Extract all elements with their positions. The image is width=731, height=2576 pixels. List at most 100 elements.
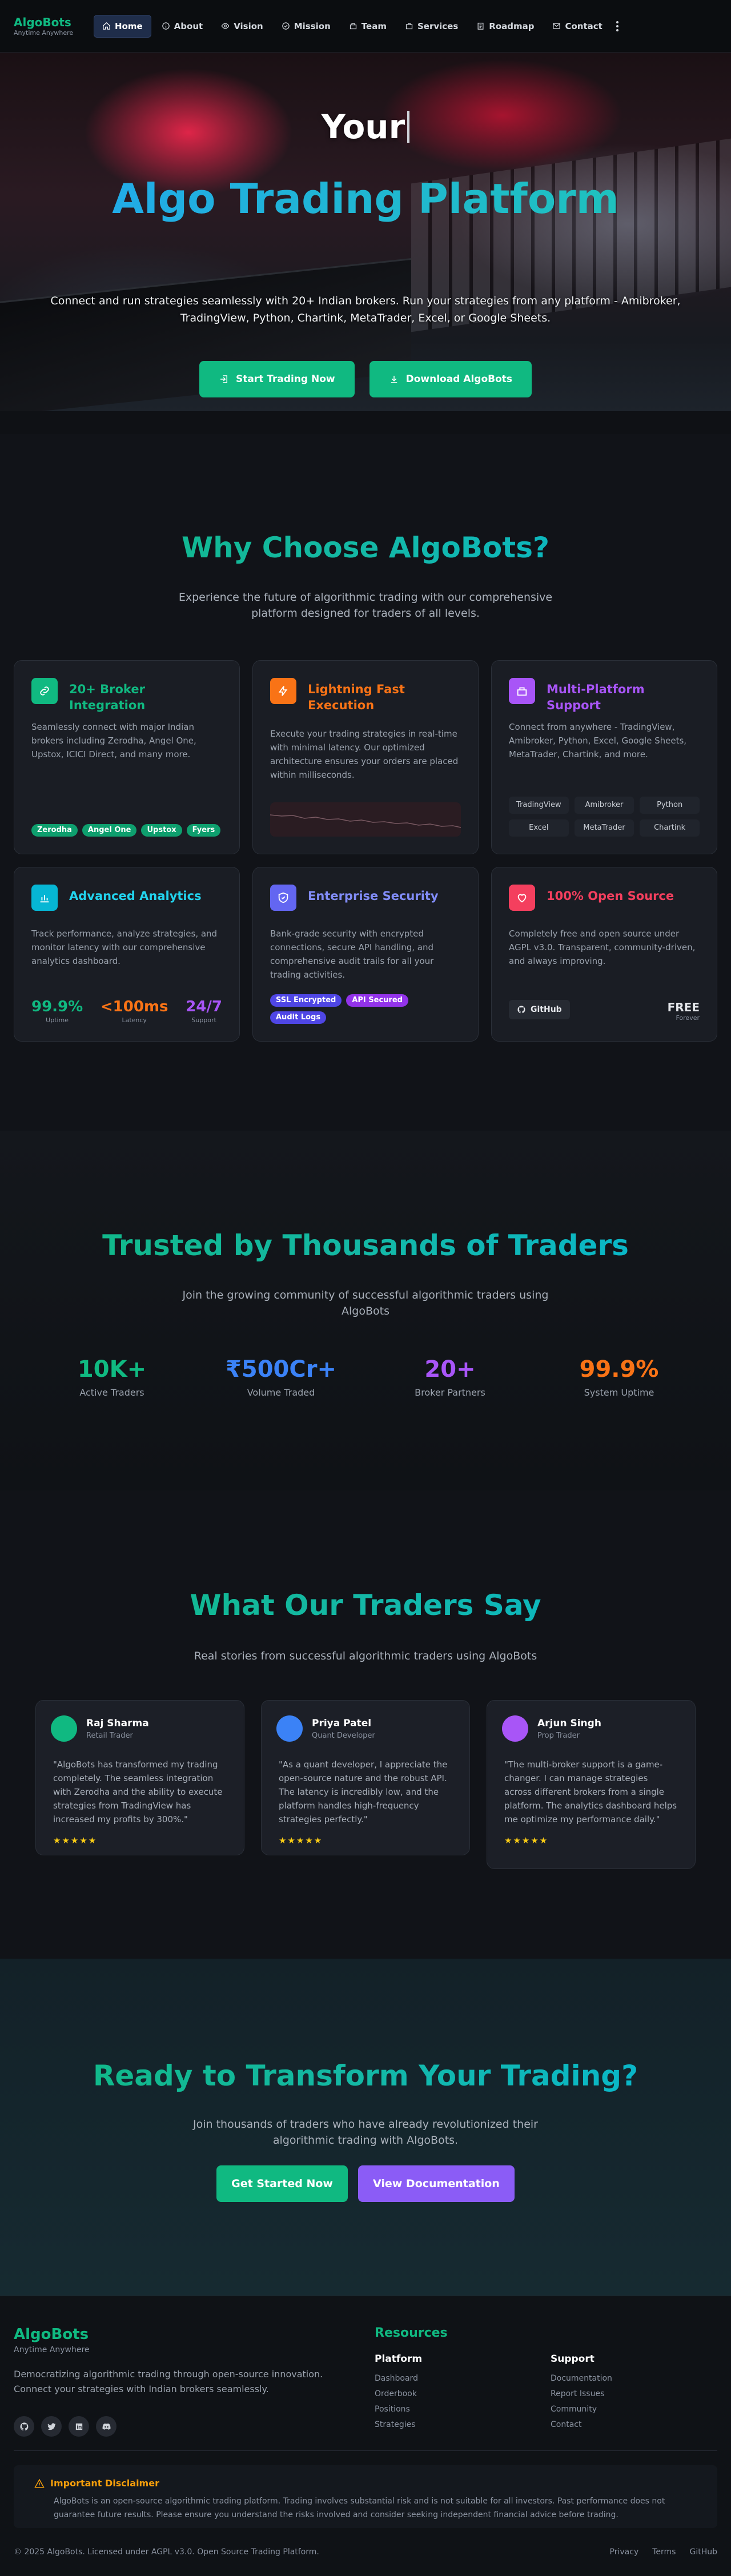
footer-link-positions[interactable]: Positions (375, 2405, 422, 2414)
resources-heading: Resources (375, 2326, 448, 2340)
footer: AlgoBots Anytime Anywhere Democratizing … (0, 2296, 731, 2576)
stat-support: 24/7 Support (186, 998, 222, 1024)
more-menu-icon[interactable] (616, 21, 618, 31)
testimonial-card: Raj Sharma Retail Trader "AlgoBots has t… (35, 1700, 244, 1855)
trust-title: Trusted by Thousands of Traders (0, 1229, 731, 1262)
info-icon (162, 22, 170, 30)
nav-roadmap[interactable]: Roadmap (468, 15, 542, 38)
footer-link-report-issues[interactable]: Report Issues (551, 2389, 612, 2398)
nav-services[interactable]: Services (397, 15, 466, 38)
get-started-button[interactable]: Get Started Now (216, 2165, 348, 2202)
testimonial-card: Arjun Singh Prop Trader "The multi-broke… (487, 1700, 696, 1869)
feature-card-security: Enterprise Security Bank-grade security … (252, 867, 479, 1042)
why-subtitle: Experience the future of algorithmic tra… (178, 591, 553, 620)
footer-tagline: Anytime Anywhere (14, 2345, 90, 2354)
avatar (276, 1715, 303, 1742)
disclaimer-text: AlgoBots is an open-source algorithmic t… (54, 2497, 665, 2519)
hero-subtitle: Connect and run strategies seamlessly wi… (50, 295, 681, 324)
chip-api-secured: API Secured (346, 994, 408, 1007)
link-icon (31, 678, 58, 704)
trust-stat-brokers: 20+ Broker Partners (415, 1356, 485, 1398)
latency-sparkline (270, 802, 461, 837)
stat-latency: <100ms Latency (100, 998, 168, 1024)
stat-uptime: 99.9% Uptime (31, 998, 83, 1024)
testimonial-name: Raj Sharma (86, 1718, 149, 1729)
nav-roadmap-label: Roadmap (489, 21, 535, 31)
testimonial-role: Quant Developer (312, 1731, 375, 1740)
nav-about-label: About (174, 21, 203, 31)
github-button[interactable]: GitHub (509, 1000, 570, 1019)
disclaimer-title: Important Disclaimer (50, 2478, 159, 2489)
trust-stat-traders: 10K+ Active Traders (77, 1356, 147, 1398)
bag-icon (405, 23, 413, 30)
nav-team[interactable]: Team (341, 15, 395, 38)
footer-link-community[interactable]: Community (551, 2405, 612, 2414)
chip-ssl: SSL Encrypted (270, 994, 342, 1007)
feature-card-execution: Lightning Fast Execution Execute your tr… (252, 660, 479, 854)
cta-subtitle: Join thousands of traders who have alrea… (193, 2118, 538, 2147)
brand-name: AlgoBots (14, 15, 71, 29)
footer-link-terms[interactable]: Terms (652, 2547, 676, 2557)
star-rating: ★★★★★ (504, 1835, 549, 1846)
nav-vision-label: Vision (234, 21, 263, 31)
feature-desc: Connect from anywhere - TradingView, Ami… (509, 722, 687, 759)
footer-link-strategies[interactable]: Strategies (375, 2420, 422, 2429)
star-rating: ★★★★★ (53, 1835, 98, 1846)
footer-link-documentation[interactable]: Documentation (551, 2374, 612, 2383)
footer-platform-column: Platform Dashboard Orderbook Positions S… (375, 2353, 422, 2436)
footer-link-contact[interactable]: Contact (551, 2420, 612, 2429)
warning-icon (34, 2478, 45, 2487)
testimonials-title: What Our Traders Say (0, 1589, 731, 1622)
support-heading: Support (551, 2353, 595, 2365)
footer-description: Democratizing algorithmic trading throug… (14, 2369, 323, 2394)
footer-link-privacy[interactable]: Privacy (610, 2547, 639, 2557)
nav-about[interactable]: About (154, 15, 211, 38)
footer-link-dashboard[interactable]: Dashboard (375, 2374, 422, 2383)
feature-card-broker: 20+ Broker Integration Seamlessly connec… (14, 660, 240, 854)
login-icon (220, 375, 227, 383)
chart-icon (31, 885, 58, 911)
discord-social-icon[interactable] (96, 2416, 117, 2437)
top-navbar: AlgoBots Anytime Anywhere Home About Vis… (0, 0, 731, 53)
platform-amibroker: Amibroker (574, 797, 634, 814)
testimonial-quote: "The multi-broker support is a game-chan… (504, 1759, 677, 1825)
testimonial-name: Arjun Singh (537, 1718, 601, 1729)
github-social-icon[interactable] (14, 2416, 34, 2437)
download-button[interactable]: Download AlgoBots (369, 361, 532, 397)
nav-contact-label: Contact (565, 21, 603, 31)
nav-home[interactable]: Home (94, 14, 151, 38)
twitter-social-icon[interactable] (41, 2416, 62, 2437)
hero-typed-text: Your (0, 107, 731, 146)
nav-mission[interactable]: Mission (274, 15, 339, 38)
nav-services-label: Services (417, 21, 459, 31)
hero-title: Algo Trading Platform (0, 175, 731, 223)
feature-card-open-source: 100% Open Source Completely free and ope… (491, 867, 717, 1042)
trust-subtitle: Join the growing community of successful… (182, 1289, 549, 1317)
nav-team-label: Team (361, 21, 387, 31)
free-forever-badge: FREE Forever (667, 1000, 700, 1022)
nav-vision[interactable]: Vision (213, 15, 271, 38)
github-icon (517, 1006, 525, 1014)
footer-support-column: Support Documentation Report Issues Comm… (551, 2353, 612, 2436)
start-trading-button[interactable]: Start Trading Now (199, 361, 355, 397)
footer-link-orderbook[interactable]: Orderbook (375, 2389, 422, 2398)
avatar (51, 1715, 77, 1742)
download-icon (391, 376, 397, 383)
nav-contact[interactable]: Contact (544, 15, 610, 38)
feature-card-analytics: Advanced Analytics Track performance, an… (14, 867, 240, 1042)
linkedin-social-icon[interactable] (69, 2416, 89, 2437)
view-documentation-button[interactable]: View Documentation (358, 2165, 515, 2202)
heart-icon (509, 885, 535, 911)
brand[interactable]: AlgoBots Anytime Anywhere (14, 15, 81, 37)
nav-home-label: Home (115, 21, 143, 31)
feature-desc: Bank-grade security with encrypted conne… (270, 929, 434, 980)
brand-tagline: Anytime Anywhere (14, 29, 74, 37)
feature-title: Lightning Fast Execution (308, 682, 405, 712)
footer-link-github[interactable]: GitHub (689, 2547, 717, 2557)
feature-title: 20+ Broker Integration (69, 682, 146, 712)
platform-excel: Excel (509, 819, 569, 837)
platform-tradingview: TradingView (509, 797, 569, 814)
testimonials-subtitle: Real stories from successful algorithmic… (194, 1650, 537, 1662)
shield-icon (270, 885, 296, 911)
testimonial-quote: "As a quant developer, I appreciate the … (279, 1759, 448, 1825)
